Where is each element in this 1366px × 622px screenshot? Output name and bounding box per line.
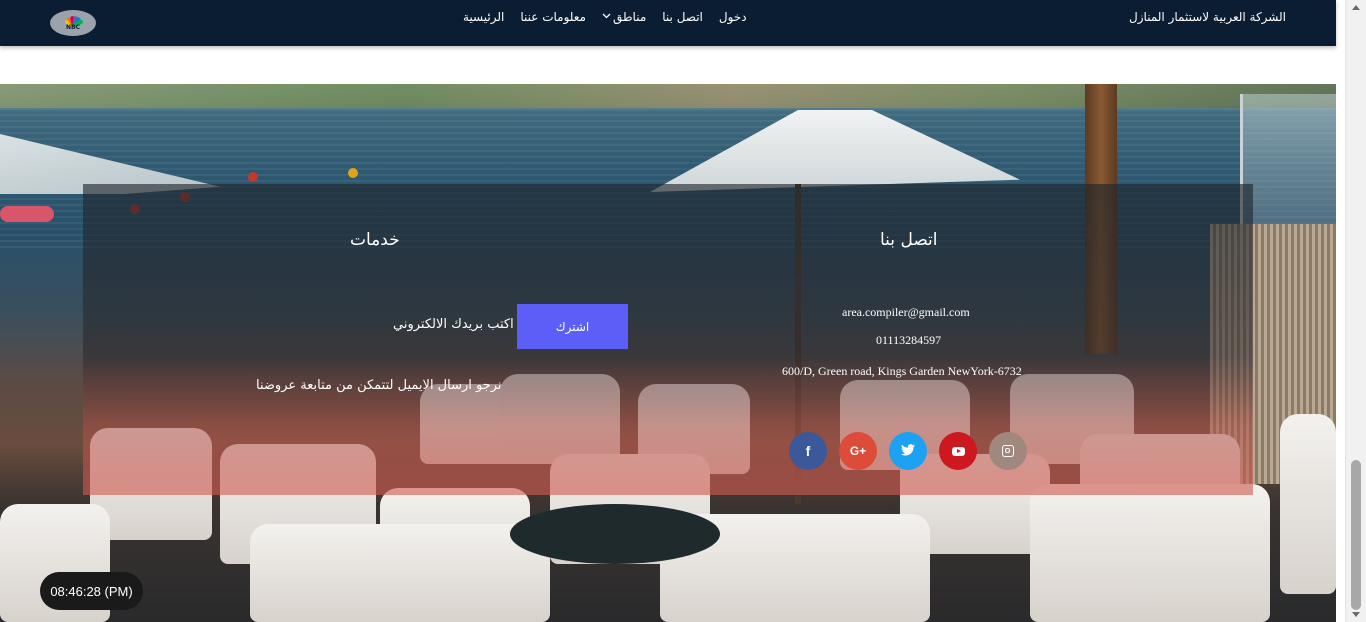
email-prompt-label: اكتب بريدك الالكتروني bbox=[393, 317, 514, 332]
facebook-button[interactable]: f bbox=[789, 432, 827, 470]
nav-link-areas-label: مناطق bbox=[613, 10, 647, 24]
google-plus-button[interactable]: G+ bbox=[839, 432, 877, 470]
nbc-logo[interactable]: NBC bbox=[50, 10, 96, 36]
subscribe-note: نرجو ارسال الايميل لتتمكن من متابعة عروض… bbox=[256, 378, 502, 393]
contact-phone[interactable]: 01113284597 bbox=[876, 333, 941, 348]
scroll-down-arrow-icon[interactable] bbox=[1352, 612, 1360, 617]
services-section-title: خدمات bbox=[350, 230, 400, 250]
instagram-button[interactable] bbox=[989, 432, 1027, 470]
contact-section-title: اتصل بنا bbox=[880, 230, 938, 250]
youtube-button[interactable] bbox=[939, 432, 977, 470]
twitter-button[interactable] bbox=[889, 432, 927, 470]
nav-link-contact[interactable]: اتصل بنا bbox=[654, 10, 711, 24]
peacock-icon: NBC bbox=[62, 14, 84, 32]
nav-link-about[interactable]: معلومات عننا bbox=[512, 10, 594, 24]
nav-link-login[interactable]: دخول bbox=[711, 10, 755, 24]
logo-text: NBC bbox=[66, 24, 80, 31]
subscribe-button[interactable]: اشترك bbox=[517, 304, 628, 349]
instagram-icon bbox=[1002, 445, 1014, 457]
scroll-up-arrow-icon[interactable] bbox=[1352, 5, 1360, 10]
footer-panel bbox=[83, 184, 1253, 495]
nav-link-areas[interactable]: مناطق bbox=[594, 10, 654, 24]
nav-links: الرئيسية معلومات عننا مناطق اتصل بنا دخو… bbox=[455, 10, 755, 24]
vertical-scrollbar[interactable] bbox=[1345, 0, 1366, 622]
contact-address: 600/D, Green road, Kings Garden NewYork-… bbox=[782, 364, 1022, 378]
youtube-icon bbox=[951, 446, 965, 456]
scrollbar-thumb[interactable] bbox=[1351, 460, 1361, 610]
page: NBC الرئيسية معلومات عننا مناطق اتصل بنا… bbox=[0, 0, 1366, 622]
facebook-icon: f bbox=[805, 443, 811, 459]
brand-name[interactable]: الشركة العربية لاستثمار المنازل bbox=[1129, 10, 1286, 24]
nav-link-home[interactable]: الرئيسية bbox=[455, 10, 512, 24]
google-plus-icon: G+ bbox=[849, 444, 867, 458]
top-navbar: NBC الرئيسية معلومات عننا مناطق اتصل بنا… bbox=[0, 0, 1336, 46]
chevron-down-icon bbox=[602, 12, 611, 22]
twitter-icon bbox=[901, 443, 915, 459]
clock-widget: 08:46:28 (PM) bbox=[40, 572, 143, 610]
contact-email[interactable]: area.compiler@gmail.com bbox=[842, 305, 970, 320]
